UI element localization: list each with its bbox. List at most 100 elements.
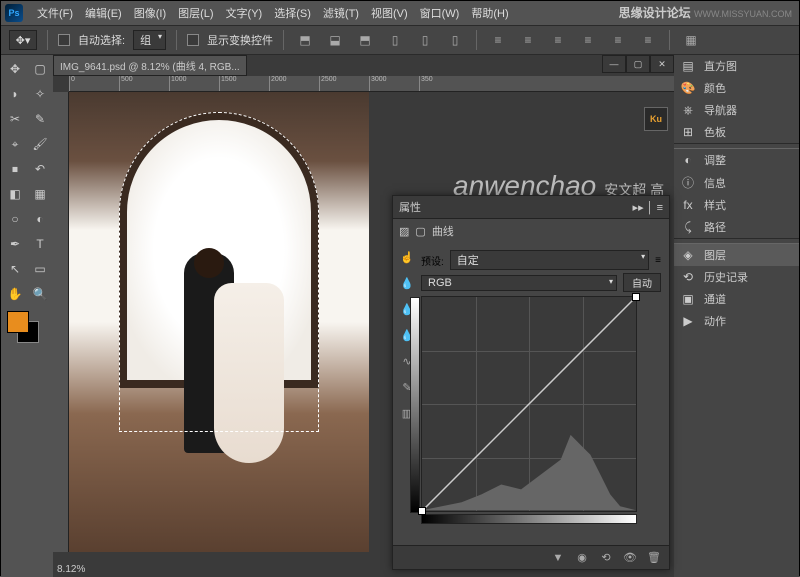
menu-help[interactable]: 帮助(H) [465, 5, 514, 21]
crop-tool-icon[interactable]: ✂ [3, 107, 27, 131]
mask-icon[interactable]: ▢ [415, 225, 425, 238]
arrange-icon[interactable]: ▦ [680, 30, 702, 50]
actions-icon: ▶ [680, 314, 696, 328]
auto-button[interactable]: 自动 [623, 273, 661, 292]
divider [283, 30, 284, 50]
panel-history[interactable]: ⟲历史记录 [674, 266, 799, 288]
move-tool-icon[interactable]: ✥ [3, 57, 27, 81]
zoom-indicator[interactable]: 8.12% [57, 564, 85, 575]
show-transform-checkbox[interactable] [187, 34, 199, 46]
shape-tool-icon[interactable]: ▭ [28, 257, 52, 281]
distribute-icon[interactable]: ≡ [637, 30, 659, 50]
kuler-button[interactable]: Ku [644, 107, 668, 131]
ruler-horizontal[interactable]: 0 500 1000 1500 2000 2500 3000 350 [69, 76, 674, 92]
eraser-tool-icon[interactable]: ◧ [3, 182, 27, 206]
output-gradient [410, 297, 420, 513]
clip-layer-icon[interactable]: ▼ [549, 549, 567, 567]
menu-type[interactable]: 文字(Y) [220, 5, 269, 21]
tool-preset-picker[interactable]: ✥▾ [9, 30, 37, 50]
properties-panel: 属性 ▸▸ │ ≡ ▨ ▢ 曲线 ☝ 💧 💧 💧 ∿ ✎ ▥ 预设: 自定 ≡ … [392, 195, 670, 570]
type-tool-icon[interactable]: T [28, 232, 52, 256]
close-button[interactable]: ✕ [650, 55, 674, 73]
panel-adjustments[interactable]: ◐调整 [674, 149, 799, 171]
hand-tool-icon[interactable]: ✋ [3, 282, 27, 306]
panel-swatches[interactable]: ⊞色板 [674, 121, 799, 143]
menu-select[interactable]: 选择(S) [268, 5, 317, 21]
distribute-icon[interactable]: ≡ [517, 30, 539, 50]
curves-icon: ▨ [399, 225, 409, 238]
layers-icon: ◈ [680, 248, 696, 262]
gradient-tool-icon[interactable]: ▦ [28, 182, 52, 206]
distribute-icon[interactable]: ≡ [577, 30, 599, 50]
sample-black-icon[interactable]: 💧 [397, 273, 417, 293]
properties-header[interactable]: 属性 ▸▸ │ ≡ [393, 196, 669, 219]
option-bar: ✥▾ 自动选择: 组 显示变换控件 ⬒ ⬓ ⬒ ▯ ▯ ▯ ≡ ≡ ≡ ≡ ≡ … [1, 25, 799, 55]
auto-select-target[interactable]: 组 [133, 30, 166, 50]
maximize-button[interactable]: ▢ [626, 55, 650, 73]
menu-layer[interactable]: 图层(L) [172, 5, 219, 21]
distribute-icon[interactable]: ≡ [547, 30, 569, 50]
blur-tool-icon[interactable]: ○ [3, 207, 27, 231]
panel-styles[interactable]: fx样式 [674, 194, 799, 216]
menu-filter[interactable]: 滤镜(T) [317, 5, 365, 21]
panel-menu-icon[interactable]: ▸▸ │ ≡ [633, 201, 663, 214]
brush-tool-icon[interactable]: 🖌 [28, 132, 52, 156]
styles-icon: fx [680, 198, 696, 212]
panel-actions[interactable]: ▶动作 [674, 310, 799, 332]
view-previous-icon[interactable]: ◉ [573, 549, 591, 567]
fg-color-swatch[interactable] [7, 311, 29, 333]
preset-menu-icon[interactable]: ≡ [655, 255, 661, 266]
distribute-icon[interactable]: ≡ [487, 30, 509, 50]
info-icon: ⓘ [680, 174, 696, 191]
stamp-tool-icon[interactable]: ⏹ [3, 157, 27, 181]
canvas[interactable] [69, 92, 369, 552]
history-brush-icon[interactable]: ↶ [28, 157, 52, 181]
panel-paths[interactable]: ⤹路径 [674, 216, 799, 238]
document-tab[interactable]: IMG_9641.psd @ 8.12% (曲线 4, RGB... [53, 55, 247, 76]
menu-image[interactable]: 图像(I) [128, 5, 172, 21]
visibility-icon[interactable]: 👁 [621, 549, 639, 567]
curve-point-black[interactable] [418, 507, 426, 515]
align-left-icon[interactable]: ▯ [384, 30, 406, 50]
path-select-icon[interactable]: ↖ [3, 257, 27, 281]
marquee-tool-icon[interactable]: ▢ [28, 57, 52, 81]
panel-info[interactable]: ⓘ信息 [674, 171, 799, 194]
curve-point-white[interactable] [632, 293, 640, 301]
auto-select-checkbox[interactable] [58, 34, 70, 46]
pen-tool-icon[interactable]: ✒ [3, 232, 27, 256]
menu-view[interactable]: 视图(V) [365, 5, 414, 21]
align-right-icon[interactable]: ▯ [444, 30, 466, 50]
zoom-tool-icon[interactable]: 🔍 [28, 282, 52, 306]
panel-color[interactable]: 🎨颜色 [674, 77, 799, 99]
dodge-tool-icon[interactable]: ◐ [28, 207, 52, 231]
navigator-icon: ⎈ [680, 103, 696, 118]
toolbox: ✥ ▢ ◗ ✧ ✂ ✎ ⌖ 🖌 ⏹ ↶ ◧ ▦ ○ ◐ ✒ T ↖ ▭ ✋ 🔍 [1, 55, 53, 577]
wand-tool-icon[interactable]: ✧ [28, 82, 52, 106]
menu-edit[interactable]: 编辑(E) [79, 5, 128, 21]
color-swatches[interactable] [3, 307, 52, 347]
color-icon: 🎨 [680, 81, 696, 95]
eyedropper-tool-icon[interactable]: ✎ [28, 107, 52, 131]
align-hcenter-icon[interactable]: ▯ [414, 30, 436, 50]
align-bottom-icon[interactable]: ⬒ [354, 30, 376, 50]
targeted-adjust-icon[interactable]: ☝ [397, 247, 417, 267]
menu-window[interactable]: 窗口(W) [414, 5, 466, 21]
panel-navigator[interactable]: ⎈导航器 [674, 99, 799, 121]
align-top-icon[interactable]: ⬒ [294, 30, 316, 50]
minimize-button[interactable]: — [602, 55, 626, 73]
lasso-tool-icon[interactable]: ◗ [3, 82, 27, 106]
channel-dropdown[interactable]: RGB [421, 275, 617, 291]
align-vcenter-icon[interactable]: ⬓ [324, 30, 346, 50]
ruler-vertical[interactable] [53, 92, 69, 552]
distribute-icon[interactable]: ≡ [607, 30, 629, 50]
delete-icon[interactable]: 🗑 [645, 549, 663, 567]
panel-layers[interactable]: ◈图层 [674, 244, 799, 266]
panel-channels[interactable]: ▣通道 [674, 288, 799, 310]
menu-file[interactable]: 文件(F) [31, 5, 79, 21]
curves-grid[interactable] [421, 296, 637, 512]
preset-dropdown[interactable]: 自定 [450, 250, 649, 270]
adjustments-icon: ◐ [680, 153, 696, 167]
reset-icon[interactable]: ⟲ [597, 549, 615, 567]
healing-tool-icon[interactable]: ⌖ [3, 132, 27, 156]
panel-histogram[interactable]: ▤直方图 [674, 55, 799, 77]
